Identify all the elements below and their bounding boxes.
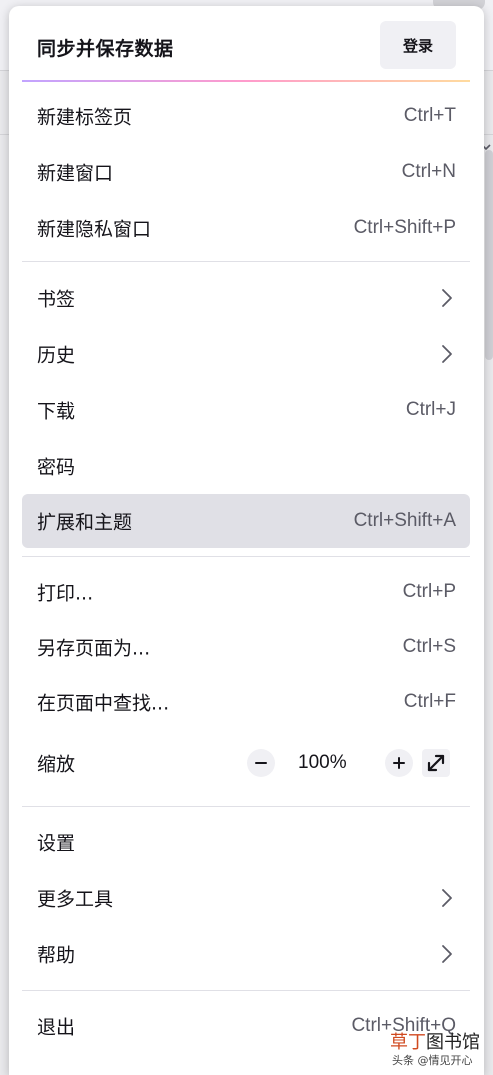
menu-item-shortcut: Ctrl+Shift+P bbox=[353, 217, 456, 238]
menu-item-label: 下载 bbox=[37, 400, 76, 423]
menu-item-bookmarks[interactable]: 书签 bbox=[22, 271, 470, 325]
menu-item-label: 扩展和主题 bbox=[37, 511, 133, 534]
menu-item-shortcut: Ctrl+T bbox=[403, 105, 456, 126]
menu-item-shortcut: Ctrl+F bbox=[403, 691, 456, 712]
menu-item-more-tools[interactable]: 更多工具 bbox=[22, 871, 470, 925]
menu-item-label: 在页面中查找... bbox=[37, 692, 170, 715]
chevron-right-icon bbox=[442, 889, 452, 907]
menu-item-label: 新建标签页 bbox=[37, 106, 133, 129]
menu-item-label: 帮助 bbox=[37, 944, 76, 967]
menu-item-label: 历史 bbox=[37, 344, 76, 367]
chevron-right-icon bbox=[442, 945, 452, 963]
watermark-brand-rest: 图书馆 bbox=[426, 1032, 480, 1053]
watermark-credit: 头条 @情见开心 bbox=[392, 1054, 473, 1067]
menu-item-label: 书签 bbox=[37, 288, 76, 311]
watermark-brand: 草丁图书馆 bbox=[390, 1028, 480, 1054]
zoom-out-button[interactable] bbox=[247, 749, 275, 777]
sign-in-button[interactable]: 登录 bbox=[380, 21, 456, 69]
background-scrollbar bbox=[485, 150, 493, 360]
fullscreen-icon bbox=[427, 754, 445, 772]
chevron-right-icon bbox=[442, 289, 452, 307]
menu-item-label: 退出 bbox=[37, 1016, 76, 1039]
menu-item-label: 新建隐私窗口 bbox=[37, 218, 152, 241]
zoom-level[interactable]: 100% bbox=[298, 752, 347, 774]
menu-item-shortcut: Ctrl+N bbox=[401, 161, 456, 182]
sync-title: 同步并保存数据 bbox=[37, 38, 174, 60]
watermark-brand-first: 草丁 bbox=[390, 1032, 426, 1053]
menu-item-label: 打印... bbox=[37, 582, 94, 605]
menu-item-find-in-page[interactable]: 在页面中查找... Ctrl+F bbox=[22, 675, 470, 729]
menu-item-label: 设置 bbox=[37, 832, 76, 855]
menu-item-new-window[interactable]: 新建窗口 Ctrl+N bbox=[22, 145, 470, 199]
menu-separator bbox=[22, 261, 470, 262]
menu-item-new-tab[interactable]: 新建标签页 Ctrl+T bbox=[22, 89, 470, 143]
sync-header: 同步并保存数据 登录 bbox=[9, 6, 484, 81]
app-menu-panel: 同步并保存数据 登录 新建标签页 Ctrl+T 新建窗口 Ctrl+N 新建隐私… bbox=[9, 6, 484, 1075]
menu-item-label: 缩放 bbox=[37, 753, 76, 776]
menu-item-label: 新建窗口 bbox=[37, 162, 114, 185]
menu-item-label: 密码 bbox=[37, 456, 76, 479]
menu-item-help[interactable]: 帮助 bbox=[22, 927, 470, 981]
menu-item-settings[interactable]: 设置 bbox=[22, 815, 470, 869]
chevron-right-icon bbox=[442, 345, 452, 363]
menu-item-shortcut: Ctrl+J bbox=[405, 399, 456, 420]
fullscreen-button[interactable] bbox=[422, 749, 450, 777]
minus-icon bbox=[255, 762, 267, 764]
menu-item-passwords[interactable]: 密码 bbox=[22, 439, 470, 493]
menu-item-shortcut: Ctrl+Shift+A bbox=[353, 510, 456, 531]
menu-item-downloads[interactable]: 下载 Ctrl+J bbox=[22, 383, 470, 437]
menu-item-label: 另存页面为... bbox=[37, 637, 151, 660]
menu-item-shortcut: Ctrl+P bbox=[402, 581, 456, 602]
menu-item-save-page-as[interactable]: 另存页面为... Ctrl+S bbox=[22, 620, 470, 674]
menu-item-history[interactable]: 历史 bbox=[22, 327, 470, 381]
menu-item-new-private-window[interactable]: 新建隐私窗口 Ctrl+Shift+P bbox=[22, 201, 470, 255]
menu-item-print[interactable]: 打印... Ctrl+P bbox=[22, 565, 470, 619]
menu-separator bbox=[22, 556, 470, 557]
menu-item-shortcut: Ctrl+S bbox=[402, 636, 456, 657]
menu-separator bbox=[22, 806, 470, 807]
zoom-in-button[interactable] bbox=[385, 749, 413, 777]
menu-item-addons-themes[interactable]: 扩展和主题 Ctrl+Shift+A bbox=[22, 494, 470, 548]
plus-icon bbox=[393, 757, 405, 769]
menu-item-zoom: 缩放 100% bbox=[22, 736, 470, 790]
header-gradient-divider bbox=[22, 80, 470, 82]
menu-item-label: 更多工具 bbox=[37, 888, 114, 911]
menu-separator bbox=[22, 990, 470, 991]
